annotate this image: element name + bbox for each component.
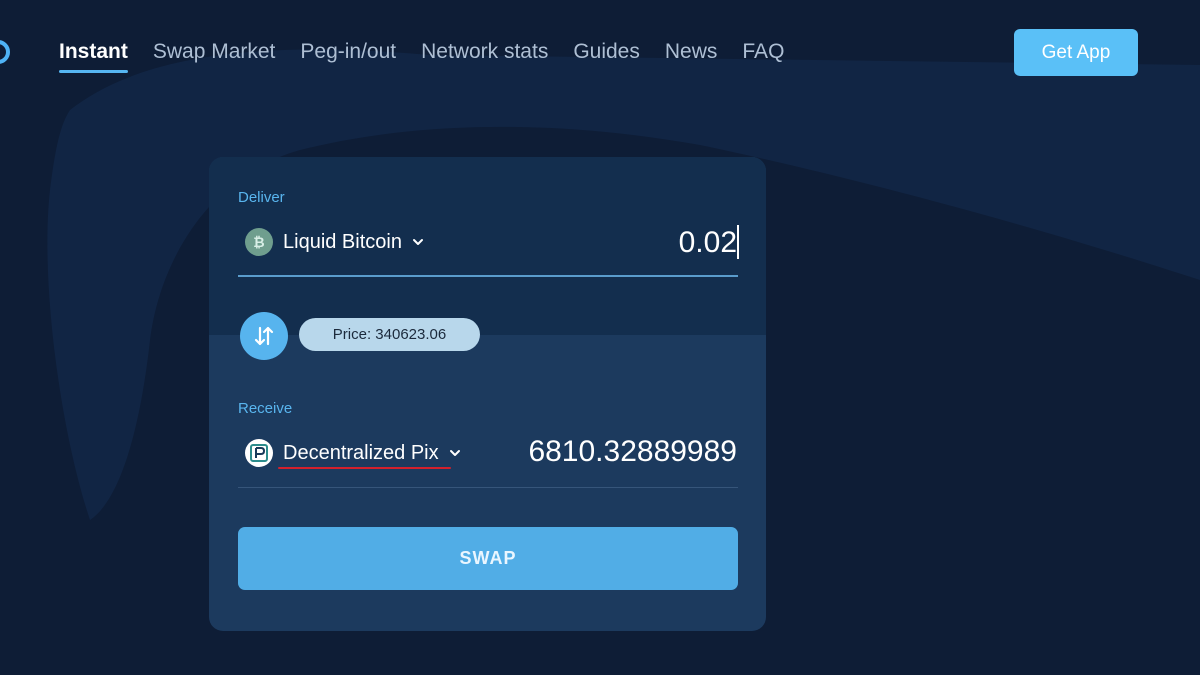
- logo-icon[interactable]: [0, 40, 10, 64]
- annotation-underline: [278, 467, 451, 469]
- receive-amount: 6810.32889989: [528, 435, 737, 468]
- deliver-label: Deliver: [238, 189, 285, 206]
- bitcoin-icon: ₿: [245, 228, 273, 256]
- price-badge: Price: 340623.06: [299, 318, 480, 351]
- nav-item-peg-in-out[interactable]: Peg-in/out: [300, 0, 396, 64]
- deliver-asset-name: Liquid Bitcoin: [283, 230, 402, 253]
- text-cursor: [737, 225, 739, 259]
- deliver-divider: [238, 275, 738, 277]
- chevron-down-icon: [449, 450, 460, 456]
- receive-divider: [238, 487, 738, 488]
- receive-asset-name: Decentralized Pix: [283, 441, 439, 464]
- deliver-asset-select[interactable]: ₿ Liquid Bitcoin: [245, 228, 425, 256]
- chevron-down-icon: [412, 239, 423, 245]
- nav-item-guides[interactable]: Guides: [573, 0, 640, 64]
- swap-button[interactable]: SWAP: [238, 527, 738, 590]
- swap-arrows-icon: [254, 326, 274, 346]
- swap-card: Deliver ₿ Liquid Bitcoin Price: 340623.0…: [209, 157, 766, 631]
- nav-item-swap-market[interactable]: Swap Market: [153, 0, 276, 64]
- pix-logo-icon: [245, 439, 273, 467]
- main-nav: Instant Swap Market Peg-in/out Network s…: [59, 0, 809, 100]
- nav-item-instant[interactable]: Instant: [59, 0, 128, 73]
- nav-item-faq[interactable]: FAQ: [742, 0, 784, 64]
- receive-label: Receive: [238, 400, 293, 417]
- receive-asset-select[interactable]: Decentralized Pix: [245, 439, 462, 467]
- get-app-button[interactable]: Get App: [1014, 29, 1138, 76]
- nav-item-news[interactable]: News: [665, 0, 718, 64]
- deliver-amount-input[interactable]: [537, 223, 737, 263]
- nav-item-network-stats[interactable]: Network stats: [421, 0, 548, 64]
- swap-direction-button[interactable]: [240, 312, 288, 360]
